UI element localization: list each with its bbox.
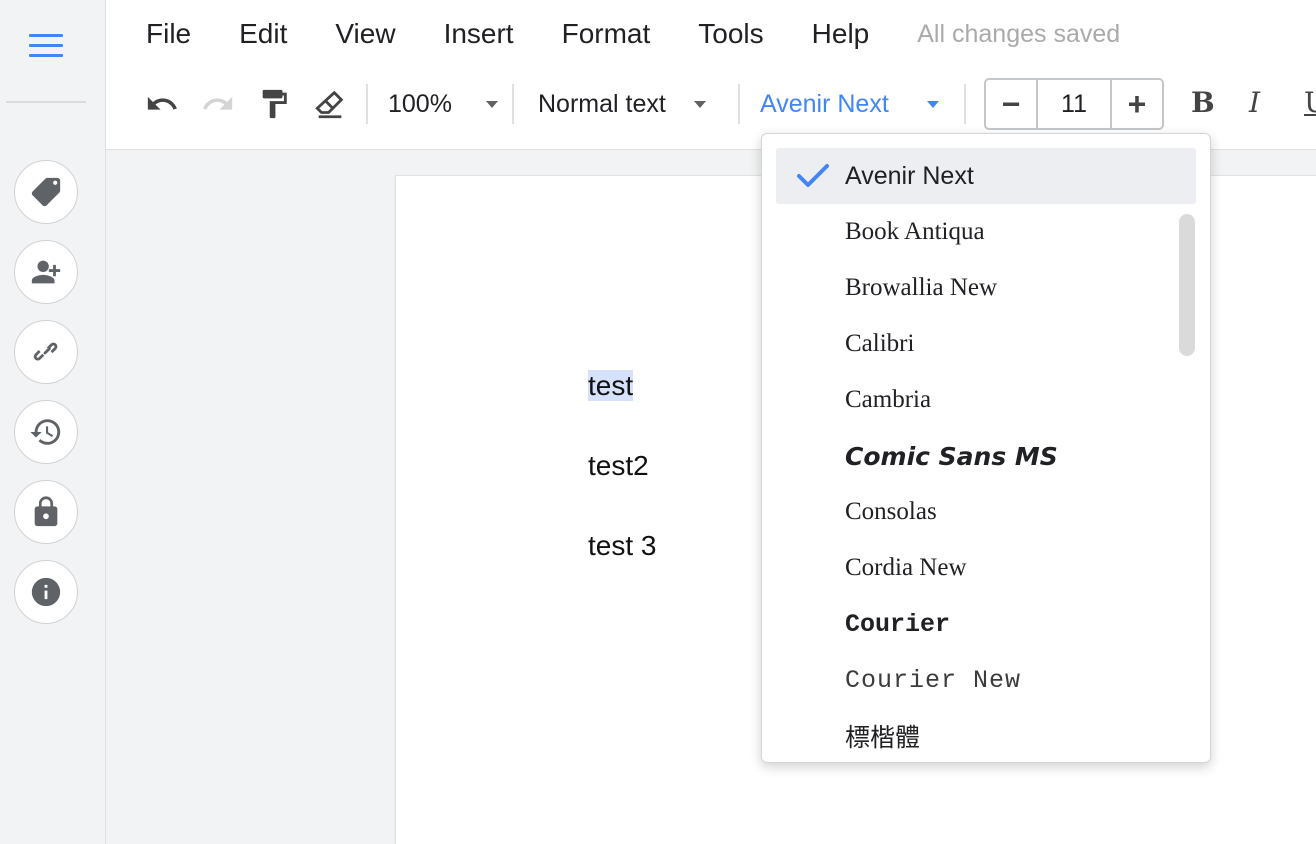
info-icon bbox=[31, 577, 61, 607]
toolbar-separator bbox=[366, 84, 368, 124]
paragraph-style-value: Normal text bbox=[538, 89, 666, 118]
toolbar-separator bbox=[512, 84, 514, 124]
font-size-input[interactable]: 11 bbox=[1036, 80, 1112, 128]
bold-button[interactable]: B bbox=[1191, 86, 1215, 119]
menu-view[interactable]: View bbox=[335, 18, 395, 50]
menu-edit[interactable]: Edit bbox=[239, 18, 287, 50]
add-person-icon bbox=[31, 260, 61, 284]
undo-icon bbox=[147, 96, 177, 110]
lock-icon bbox=[34, 496, 58, 527]
menu-format[interactable]: Format bbox=[562, 18, 651, 50]
paint-format-icon bbox=[262, 89, 287, 119]
formatting-toolbar: 100% Normal text Avenir Next − 11 + B I … bbox=[106, 78, 1316, 130]
paragraph[interactable]: test 3 bbox=[588, 530, 656, 562]
chevron-down-icon bbox=[485, 100, 498, 108]
font-option-browallia-new[interactable]: Browallia New bbox=[776, 260, 1196, 316]
history-icon bbox=[30, 419, 61, 445]
redo-button[interactable] bbox=[200, 86, 236, 122]
tag-button[interactable] bbox=[14, 160, 78, 224]
font-value: Avenir Next bbox=[760, 89, 889, 118]
menu-insert[interactable]: Insert bbox=[444, 18, 514, 50]
info-button[interactable] bbox=[14, 560, 78, 624]
chevron-down-icon bbox=[926, 100, 939, 108]
tag-icon bbox=[31, 177, 61, 207]
redo-icon bbox=[203, 96, 233, 110]
menu-help[interactable]: Help bbox=[812, 18, 870, 50]
link-icon bbox=[33, 342, 58, 361]
history-button[interactable] bbox=[14, 400, 78, 464]
checkmark-icon bbox=[797, 164, 829, 187]
menu-tools[interactable]: Tools bbox=[698, 18, 763, 50]
paragraph[interactable]: test2 bbox=[588, 450, 649, 482]
link-button[interactable] bbox=[14, 320, 78, 384]
clear-format-button[interactable] bbox=[312, 86, 348, 122]
font-size-stepper: − 11 + bbox=[984, 78, 1164, 130]
font-option-courier[interactable]: Courier bbox=[776, 596, 1196, 652]
font-option-comic-sans-ms[interactable]: Comic Sans MS bbox=[776, 428, 1196, 484]
lock-button[interactable] bbox=[14, 480, 78, 544]
clear-format-icon bbox=[315, 90, 344, 119]
italic-button[interactable]: I bbox=[1249, 86, 1260, 119]
zoom-value: 100% bbox=[388, 89, 452, 118]
font-option-biaukai[interactable]: 標楷體 bbox=[776, 708, 1196, 762]
zoom-select[interactable]: 100% bbox=[388, 78, 498, 130]
underline-button[interactable]: U bbox=[1304, 86, 1316, 119]
toolbar-separator bbox=[738, 84, 740, 124]
font-option-cordia-new[interactable]: Cordia New bbox=[776, 540, 1196, 596]
font-dropdown-menu: Avenir Next Book Antiqua Browallia New C… bbox=[761, 133, 1211, 763]
menu-file[interactable]: File bbox=[146, 18, 191, 50]
share-button[interactable] bbox=[14, 240, 78, 304]
menu-bar: File Edit View Insert Format Tools Help … bbox=[146, 18, 1120, 50]
font-option-cambria[interactable]: Cambria bbox=[776, 372, 1196, 428]
menu-icon[interactable] bbox=[29, 32, 63, 60]
font-option-courier-new[interactable]: Courier New bbox=[776, 652, 1196, 708]
font-option-label: Avenir Next bbox=[845, 161, 974, 190]
undo-button[interactable] bbox=[144, 86, 180, 122]
left-rail bbox=[0, 0, 106, 844]
paragraph[interactable]: test bbox=[588, 370, 634, 402]
font-option-avenir-next[interactable]: Avenir Next bbox=[776, 148, 1196, 204]
top-bar: File Edit View Insert Format Tools Help … bbox=[106, 0, 1316, 150]
font-option-calibri[interactable]: Calibri bbox=[776, 316, 1196, 372]
rail-divider bbox=[6, 101, 86, 103]
increase-font-size-button[interactable]: + bbox=[1112, 80, 1162, 128]
font-menu-scrollbar[interactable] bbox=[1179, 214, 1195, 356]
decrease-font-size-button[interactable]: − bbox=[986, 80, 1036, 128]
font-option-consolas[interactable]: Consolas bbox=[776, 484, 1196, 540]
save-status: All changes saved bbox=[917, 19, 1121, 48]
selected-text[interactable]: test bbox=[588, 370, 634, 401]
font-select[interactable]: Avenir Next bbox=[760, 78, 939, 130]
paragraph-style-select[interactable]: Normal text bbox=[538, 78, 706, 130]
chevron-down-icon bbox=[693, 100, 706, 108]
paint-format-button[interactable] bbox=[256, 86, 292, 122]
font-option-book-antiqua[interactable]: Book Antiqua bbox=[776, 204, 1196, 260]
toolbar-separator bbox=[964, 84, 966, 124]
